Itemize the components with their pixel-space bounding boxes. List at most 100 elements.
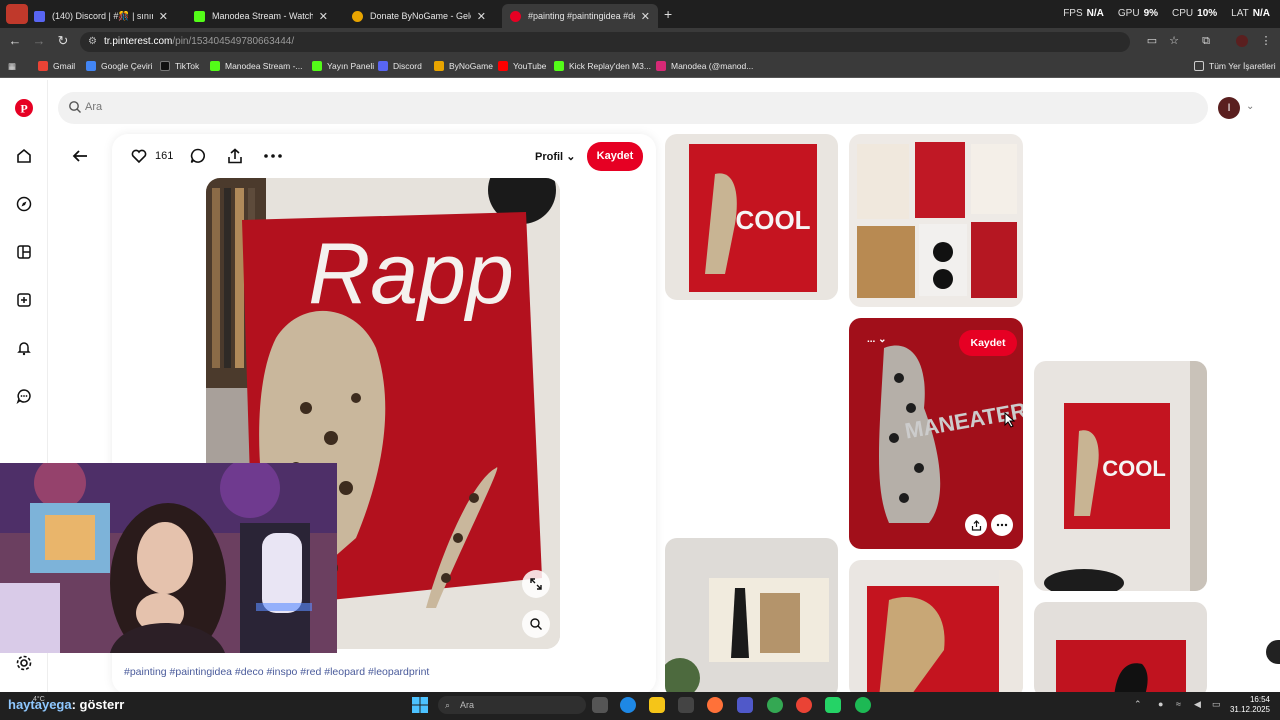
back-arrow-icon[interactable]: ← <box>6 33 24 48</box>
board-select-dropdown[interactable]: ... ⌄ <box>867 334 887 345</box>
profile-avatar-icon[interactable] <box>1236 35 1248 47</box>
tab-close-icon[interactable]: ✕ <box>319 10 328 23</box>
gpu-label: GPU <box>1117 8 1140 19</box>
side-panel-toggle[interactable] <box>1266 640 1280 664</box>
related-pin-card[interactable] <box>849 560 1023 698</box>
url-bar[interactable]: ⚙ tr.pinterest.com/pin/15340454978066344… <box>80 32 1130 52</box>
more-options-icon[interactable] <box>991 514 1013 536</box>
related-pin-card[interactable] <box>1034 602 1207 698</box>
bookmark-yayin-paneli[interactable]: Yayın Paneli <box>312 61 374 71</box>
search-bar[interactable]: Ara <box>58 92 1208 124</box>
boards-icon[interactable] <box>14 242 34 262</box>
create-plus-icon[interactable] <box>14 290 34 310</box>
bookmark-manodea-stream[interactable]: Manodea Stream -... <box>210 61 302 71</box>
heart-icon[interactable] <box>130 147 148 168</box>
profile-board-dropdown[interactable]: Profil ⌄ <box>535 150 575 163</box>
home-icon[interactable] <box>14 146 34 166</box>
tab-close-icon[interactable]: ✕ <box>477 10 486 23</box>
battery-icon[interactable]: ▭ <box>1212 699 1221 710</box>
settings-gear-icon[interactable] <box>15 654 33 675</box>
teams-icon[interactable] <box>737 697 753 713</box>
chrome-active-icon[interactable] <box>796 697 812 713</box>
tab-pinterest[interactable]: #painting #paintingidea #deco ✕ <box>502 4 658 28</box>
tab-manodea-stream[interactable]: Manodea Stream - Watch Live ✕ <box>186 4 336 28</box>
kick-icon <box>210 61 220 71</box>
reload-icon[interactable]: ↻ <box>54 33 72 49</box>
account-chevron-down-icon[interactable]: ⌄ <box>1246 101 1254 112</box>
tray-chevron-up-icon[interactable]: ⌃ <box>1134 699 1142 710</box>
microphone-icon[interactable]: ● <box>1158 699 1163 709</box>
bookmark-instagram[interactable]: Manodea (@manod... <box>656 61 753 71</box>
pinterest-logo-icon[interactable]: P <box>14 98 34 118</box>
tab-label: Donate ByNoGame - Gelen/Gid <box>370 11 471 21</box>
new-tab-button[interactable]: + <box>664 6 672 22</box>
extensions-icon[interactable]: ⧉ <box>1200 35 1212 47</box>
related-pin-card[interactable]: COOL <box>1034 361 1207 591</box>
related-pin-card[interactable]: COOL <box>665 134 838 300</box>
site-info-icon[interactable]: ⚙ <box>88 32 97 52</box>
thumb-lettering: COOL <box>735 205 810 235</box>
save-button[interactable]: Kaydet <box>587 142 643 171</box>
folder-icon <box>1194 61 1204 71</box>
explore-compass-icon[interactable] <box>14 194 34 214</box>
cpu-value: 10% <box>1197 8 1218 19</box>
bookmark-star-icon[interactable]: ☆ <box>1168 35 1180 47</box>
taskbar-clock[interactable]: 16:54 31.12.2025 <box>1230 695 1270 715</box>
bookmark-bynogame[interactable]: ByNoGame <box>434 61 493 71</box>
bookmark-label: Google Çeviri <box>101 61 153 71</box>
comment-icon[interactable] <box>189 147 207 168</box>
windows-start-icon[interactable] <box>412 697 428 716</box>
save-button[interactable]: Kaydet <box>959 330 1017 356</box>
file-explorer-icon[interactable] <box>649 697 665 713</box>
task-view-icon[interactable] <box>592 697 608 713</box>
taskbar-search[interactable]: ⌕ Ara <box>438 696 586 714</box>
clock-date: 31.12.2025 <box>1229 705 1270 714</box>
volume-icon[interactable]: ◀ <box>1194 699 1201 710</box>
bookmark-gmail[interactable]: Gmail <box>38 61 75 71</box>
menu-kebab-icon[interactable]: ⋮ <box>1260 35 1272 47</box>
related-pin-card[interactable] <box>665 538 838 698</box>
messages-icon[interactable] <box>14 386 34 406</box>
kick-icon <box>554 61 564 71</box>
bookmark-label: Yayın Paneli <box>327 61 375 71</box>
expand-icon[interactable] <box>522 570 550 598</box>
pin-hashtags[interactable]: #painting #paintingidea #deco #inspo #re… <box>124 666 429 678</box>
chrome-icon[interactable] <box>767 697 783 713</box>
bookmark-discord[interactable]: Discord <box>378 61 422 71</box>
more-options-icon[interactable] <box>263 147 283 168</box>
cpu-label: CPU <box>1172 8 1194 19</box>
bookmark-google-translate[interactable]: Google Çeviri <box>86 61 153 71</box>
tab-label: Manodea Stream - Watch Live <box>212 11 313 21</box>
stream-logo-icon <box>6 4 28 24</box>
tab-close-icon[interactable]: ✕ <box>159 10 168 23</box>
search-input[interactable]: Ara <box>85 101 102 113</box>
kick-app-icon[interactable] <box>825 697 841 713</box>
spotify-icon[interactable] <box>855 697 871 713</box>
firefox-icon[interactable] <box>707 697 723 713</box>
apps-grid-icon[interactable]: ▦ <box>8 61 16 72</box>
install-app-icon[interactable]: ▭ <box>1146 35 1158 47</box>
bookmark-youtube[interactable]: YouTube <box>498 61 546 71</box>
wifi-icon[interactable]: ≈ <box>1176 699 1181 709</box>
bookmark-kick-replay[interactable]: Kick Replay'den M3... <box>554 61 651 71</box>
bookmark-tiktok[interactable]: TikTok <box>160 61 199 71</box>
share-icon[interactable] <box>226 147 244 168</box>
fps-value: N/A <box>1086 8 1104 19</box>
related-pin-card[interactable] <box>849 134 1023 307</box>
forward-arrow-icon[interactable]: → <box>30 33 48 48</box>
account-avatar[interactable]: I <box>1218 97 1240 119</box>
kick-favicon-icon <box>194 10 205 22</box>
discord-icon <box>378 61 388 71</box>
edge-icon[interactable] <box>620 697 636 713</box>
painting-lettering: Rapp <box>308 226 514 322</box>
all-bookmarks-folder[interactable]: Tüm Yer İşaretleri <box>1194 61 1276 71</box>
notifications-bell-icon[interactable] <box>14 338 34 358</box>
share-icon[interactable] <box>965 514 987 536</box>
visual-search-icon[interactable] <box>522 610 550 638</box>
tab-discord[interactable]: (140) Discord | #🎊 | sınırsız-da ✕ <box>26 4 176 28</box>
gpu-value: 9% <box>1143 8 1159 19</box>
tab-close-icon[interactable]: ✕ <box>641 10 650 23</box>
back-arrow-button[interactable] <box>70 146 90 166</box>
tab-bynogame[interactable]: Donate ByNoGame - Gelen/Gid ✕ <box>344 4 494 28</box>
store-icon[interactable] <box>678 697 694 713</box>
